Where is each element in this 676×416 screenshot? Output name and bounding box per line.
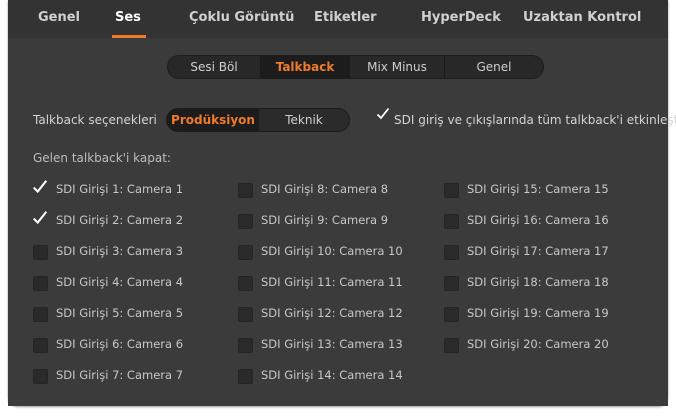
subtab-genel[interactable]: Genel [445, 56, 543, 78]
sdi-input-18-checkbox[interactable] [444, 276, 459, 291]
sdi-input-8-label: SDI Girişi 8: Camera 8 [261, 182, 389, 196]
tab-hyperdeck[interactable]: HyperDeck [421, 10, 501, 28]
checkmark-icon [32, 180, 48, 194]
sdi-input-8-checkbox[interactable] [238, 183, 253, 198]
talkback-options-label: Talkback seçenekleri [33, 113, 157, 127]
sdi-talkback-enable-label: SDI giriş ve çıkışlarında tüm talkback'i… [394, 113, 676, 127]
main-tab-bar: Genel Ses Çoklu Görüntü Etiketler HyperD… [8, 0, 668, 39]
sdi-input-19-label: SDI Girişi 19: Camera 19 [467, 306, 609, 320]
sdi-input-10-checkbox[interactable] [238, 245, 253, 260]
sdi-input-14-label: SDI Girişi 14: Camera 14 [261, 368, 403, 382]
sdi-input-4-label: SDI Girişi 4: Camera 4 [56, 275, 184, 289]
sdi-input-12-checkbox[interactable] [238, 307, 253, 322]
sdi-input-6-label: SDI Girişi 6: Camera 6 [56, 337, 184, 351]
sdi-input-6-checkbox[interactable] [33, 338, 48, 353]
sdi-input-19-checkbox[interactable] [444, 307, 459, 322]
sdi-input-17-label: SDI Girişi 17: Camera 17 [467, 244, 609, 258]
tab-ses[interactable]: Ses [115, 10, 141, 28]
subtab-sesi-bol[interactable]: Sesi Böl [168, 56, 261, 78]
sdi-input-1-checkbox[interactable] [32, 180, 48, 196]
sdi-input-7-checkbox[interactable] [33, 369, 48, 384]
sdi-input-5-label: SDI Girişi 5: Camera 5 [56, 306, 184, 320]
sdi-input-2-label: SDI Girişi 2: Camera 2 [56, 213, 184, 227]
mute-incoming-title: Gelen talkback'i kapat: [33, 151, 171, 165]
sdi-input-20-label: SDI Girişi 20: Camera 20 [467, 337, 609, 351]
option-teknik[interactable]: Teknik [259, 109, 349, 131]
sdi-input-16-checkbox[interactable] [444, 214, 459, 229]
option-produksiyon[interactable]: Prodüksiyon [167, 109, 259, 131]
checkmark-icon [32, 211, 48, 225]
sdi-input-11-label: SDI Girişi 11: Camera 11 [261, 275, 403, 289]
audio-subtab-group: Sesi Böl Talkback Mix Minus Genel [167, 55, 544, 79]
sdi-input-10-label: SDI Girişi 10: Camera 10 [261, 244, 403, 258]
sdi-input-4-checkbox[interactable] [33, 276, 48, 291]
checkmark-icon [376, 107, 390, 120]
sdi-input-3-label: SDI Girişi 3: Camera 3 [56, 244, 184, 258]
sdi-input-11-checkbox[interactable] [238, 276, 253, 291]
subtab-talkback[interactable]: Talkback [261, 56, 350, 78]
sdi-input-1-label: SDI Girişi 1: Camera 1 [56, 182, 184, 196]
sdi-input-13-checkbox[interactable] [238, 338, 253, 353]
subtab-mix-minus[interactable]: Mix Minus [350, 56, 445, 78]
sdi-input-9-checkbox[interactable] [238, 214, 253, 229]
sdi-input-2-checkbox[interactable] [32, 211, 48, 227]
sdi-input-17-checkbox[interactable] [444, 245, 459, 260]
sdi-talkback-enable-checkbox[interactable] [374, 107, 390, 128]
sdi-input-13-label: SDI Girişi 13: Camera 13 [261, 337, 403, 351]
tab-coklu-goruntu[interactable]: Çoklu Görüntü [189, 10, 294, 28]
sdi-input-15-checkbox[interactable] [444, 183, 459, 198]
sdi-input-16-label: SDI Girişi 16: Camera 16 [467, 213, 609, 227]
talkback-mode-toggle: Prodüksiyon Teknik [166, 108, 350, 132]
tab-etiketler[interactable]: Etiketler [314, 10, 377, 28]
sdi-input-3-checkbox[interactable] [33, 245, 48, 260]
sdi-input-20-checkbox[interactable] [444, 338, 459, 353]
settings-panel: Genel Ses Çoklu Görüntü Etiketler HyperD… [8, 0, 676, 406]
sdi-input-5-checkbox[interactable] [33, 307, 48, 322]
sdi-input-14-checkbox[interactable] [238, 369, 253, 384]
sdi-input-9-label: SDI Girişi 9: Camera 9 [261, 213, 389, 227]
tab-uzaktan-kontrol[interactable]: Uzaktan Kontrol [523, 10, 641, 28]
sdi-input-12-label: SDI Girişi 12: Camera 12 [261, 306, 403, 320]
audio-settings-content: Sesi Böl Talkback Mix Minus Genel Talkba… [8, 38, 676, 406]
sdi-input-18-label: SDI Girişi 18: Camera 18 [467, 275, 609, 289]
sdi-input-15-label: SDI Girişi 15: Camera 15 [467, 182, 609, 196]
sdi-input-7-label: SDI Girişi 7: Camera 7 [56, 368, 184, 382]
tab-genel[interactable]: Genel [38, 10, 80, 28]
